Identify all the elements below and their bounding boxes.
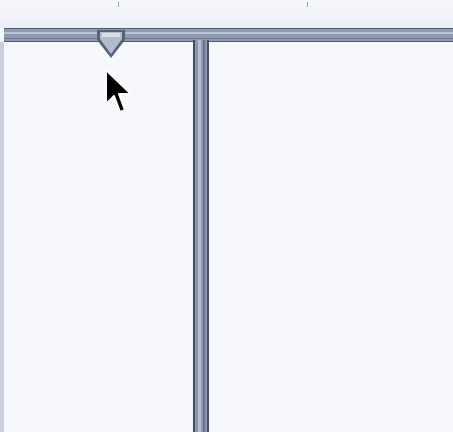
ruler-tick (118, 2, 119, 7)
ruler[interactable] (0, 0, 453, 28)
tab-stop-marker-icon[interactable] (95, 28, 127, 60)
ruler-tick (307, 2, 308, 7)
left-pane[interactable] (0, 42, 193, 432)
vertical-splitter[interactable] (193, 40, 209, 432)
horizontal-splitter[interactable] (4, 28, 453, 42)
right-pane[interactable] (209, 42, 453, 432)
editor-window (0, 0, 453, 432)
